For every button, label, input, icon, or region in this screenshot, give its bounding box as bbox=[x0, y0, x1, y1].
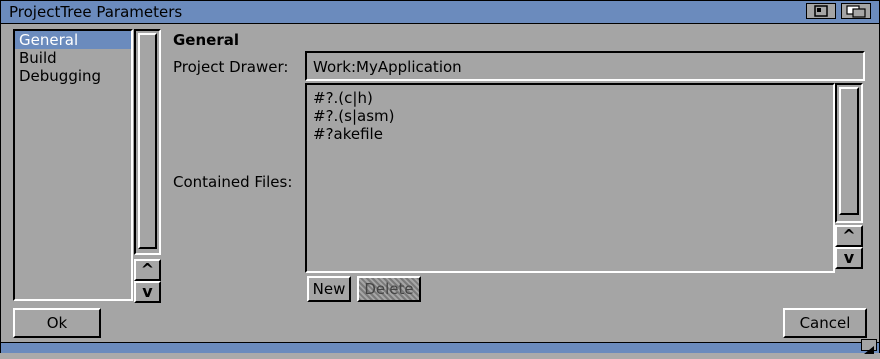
section-list-scroll-knob[interactable] bbox=[138, 33, 157, 249]
section-heading: General bbox=[173, 31, 239, 49]
section-item-general[interactable]: General bbox=[15, 31, 131, 49]
section-scroll-down-icon[interactable]: v bbox=[134, 281, 161, 303]
window-title: ProjectTree Parameters bbox=[9, 3, 183, 21]
cancel-button[interactable]: Cancel bbox=[783, 308, 867, 338]
resize-handle-icon[interactable] bbox=[861, 339, 877, 354]
contained-file-item[interactable]: #?akefile bbox=[313, 125, 383, 143]
contained-files-scrollbar[interactable] bbox=[835, 83, 863, 223]
window-bottom-border bbox=[1, 342, 879, 353]
project-drawer-label: Project Drawer: bbox=[173, 58, 289, 76]
files-scroll-down-icon[interactable]: v bbox=[835, 247, 863, 269]
zoom-icon[interactable] bbox=[806, 3, 836, 19]
contained-file-item[interactable]: #?.(s|asm) bbox=[313, 107, 395, 125]
section-list-scrollbar[interactable] bbox=[134, 29, 161, 255]
contained-files-scroll-knob[interactable] bbox=[839, 87, 859, 215]
files-scroll-up-icon[interactable]: ^ bbox=[835, 225, 863, 247]
section-item-build[interactable]: Build bbox=[15, 49, 131, 67]
contained-file-item[interactable]: #?.(c|h) bbox=[313, 89, 373, 107]
title-bar[interactable]: ProjectTree Parameters bbox=[1, 1, 879, 24]
project-drawer-value: Work:MyApplication bbox=[313, 58, 462, 76]
section-scroll-up-icon[interactable]: ^ bbox=[134, 259, 161, 281]
delete-button[interactable]: Delete bbox=[357, 276, 421, 302]
new-button[interactable]: New bbox=[307, 276, 351, 302]
section-item-debugging[interactable]: Debugging bbox=[15, 67, 131, 85]
contained-files-label: Contained Files: bbox=[173, 173, 293, 191]
contained-files-list[interactable]: #?.(c|h) #?.(s|asm) #?akefile bbox=[305, 83, 835, 273]
project-drawer-field[interactable]: Work:MyApplication bbox=[305, 51, 865, 81]
ok-button[interactable]: Ok bbox=[13, 308, 101, 338]
section-list[interactable]: General Build Debugging bbox=[13, 29, 133, 301]
depth-icon[interactable] bbox=[841, 3, 871, 19]
window: ProjectTree Parameters General Build Deb… bbox=[0, 0, 880, 354]
